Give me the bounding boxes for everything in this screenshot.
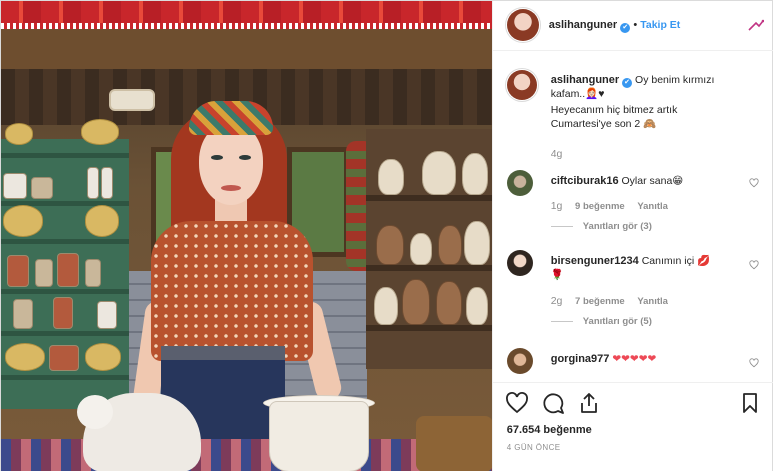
post-side-panel: aslihanguner ✔ • Takip Et aslihanguner ✔…: [491, 1, 773, 471]
caption-avatar[interactable]: [506, 70, 537, 100]
post-photo[interactable]: [1, 1, 492, 471]
comment-bubble-icon[interactable]: [541, 391, 565, 415]
photo-left-shelf: [1, 119, 129, 409]
caption-text-line2: kafam..👩🏻‍🦰♥: [550, 88, 605, 100]
instagram-post: aslihanguner ✔ • Takip Et aslihanguner ✔…: [0, 0, 773, 471]
view-replies-button[interactable]: Yanıtları gör (3): [551, 221, 652, 232]
comment-item: ciftciburak16 Oylar sana😁 1g 9 beğenme Y…: [506, 170, 769, 250]
comment-avatar[interactable]: [506, 348, 533, 374]
comment-username[interactable]: birsenguner1234: [551, 255, 639, 267]
comment-item: gorgina977 ❤❤❤❤❤: [506, 348, 769, 382]
comment-reply-button[interactable]: Yanıtla: [637, 201, 668, 212]
caption-username[interactable]: aslihanguner: [551, 74, 619, 86]
author-username[interactable]: aslihanguner: [549, 19, 617, 31]
comment-username[interactable]: gorgina977: [551, 353, 610, 365]
photo-wood-beam: [1, 29, 492, 69]
header-separator: •: [633, 19, 638, 31]
comment-text-extra: 🌹: [550, 269, 564, 281]
caption-verified-badge-icon: ✔: [622, 78, 633, 88]
caption-text-line1: Oy benim kırmızı: [635, 74, 715, 86]
post-header: aslihanguner ✔ • Takip Et: [492, 1, 773, 51]
photo-woman-blouse: [151, 221, 313, 361]
photo-woman-face: [199, 123, 263, 205]
view-replies-button[interactable]: Yanıtları gör (5): [551, 316, 652, 327]
verified-badge-icon: ✔: [620, 23, 631, 33]
comment-text: Canımın içi 💋: [641, 255, 711, 267]
comment-avatar[interactable]: [506, 250, 533, 276]
caption-text-line4: Cumartesi'ye son 2 🙈: [550, 118, 657, 130]
comment-likes-count[interactable]: 9 beğenme: [575, 201, 625, 212]
comment-avatar[interactable]: [506, 170, 533, 196]
comment-time: 1g: [550, 200, 563, 212]
share-icon[interactable]: [577, 391, 601, 415]
photo-headscarf: [189, 101, 273, 135]
comment-text: ❤❤❤❤❤: [612, 353, 657, 365]
comment-like-heart-icon[interactable]: [749, 358, 759, 368]
like-heart-icon[interactable]: [505, 391, 529, 415]
comments-section[interactable]: aslihanguner ✔ Oy benim kırmızı kafam..👩…: [493, 52, 773, 382]
photo-right-shelf: [366, 129, 492, 369]
comment-like-heart-icon[interactable]: [749, 178, 759, 188]
post-actions: 67.654 beğenme 4 GÜN ÖNCE: [492, 382, 773, 471]
likes-count[interactable]: 67.654 beğenme: [507, 424, 592, 436]
comment-reply-button[interactable]: Yanıtla: [637, 296, 668, 307]
caption: aslihanguner ✔ Oy benim kırmızı kafam..👩…: [506, 70, 769, 165]
photo-basket: [416, 416, 492, 471]
comment-item: birsenguner1234 Canımın içi 💋 🌹 2g 7 beğ…: [506, 250, 769, 342]
author-avatar[interactable]: [506, 9, 539, 41]
bookmark-icon[interactable]: [738, 391, 762, 415]
caption-time: 4g: [550, 148, 563, 160]
comment-username[interactable]: ciftciburak16: [551, 175, 619, 187]
caption-text-line3: Heyecanım hiç bitmez artık: [550, 104, 678, 116]
photo-sheep-head: [77, 395, 113, 429]
photo-woman-lips: [221, 185, 241, 191]
comment-time: 2g: [550, 295, 563, 307]
comment-likes-count[interactable]: 7 beğenme: [575, 296, 625, 307]
photo-woman-eye-left: [211, 155, 223, 160]
follow-button[interactable]: Takip Et: [640, 19, 680, 31]
photo-crock: [269, 401, 369, 471]
comment-like-heart-icon[interactable]: [749, 260, 759, 270]
photo-lamp: [109, 89, 155, 111]
photo-woman-eye-right: [239, 155, 251, 160]
comment-text: Oylar sana😁: [621, 175, 684, 187]
more-options-icon[interactable]: [748, 18, 764, 32]
post-time-ago[interactable]: 4 GÜN ÖNCE: [507, 443, 561, 452]
